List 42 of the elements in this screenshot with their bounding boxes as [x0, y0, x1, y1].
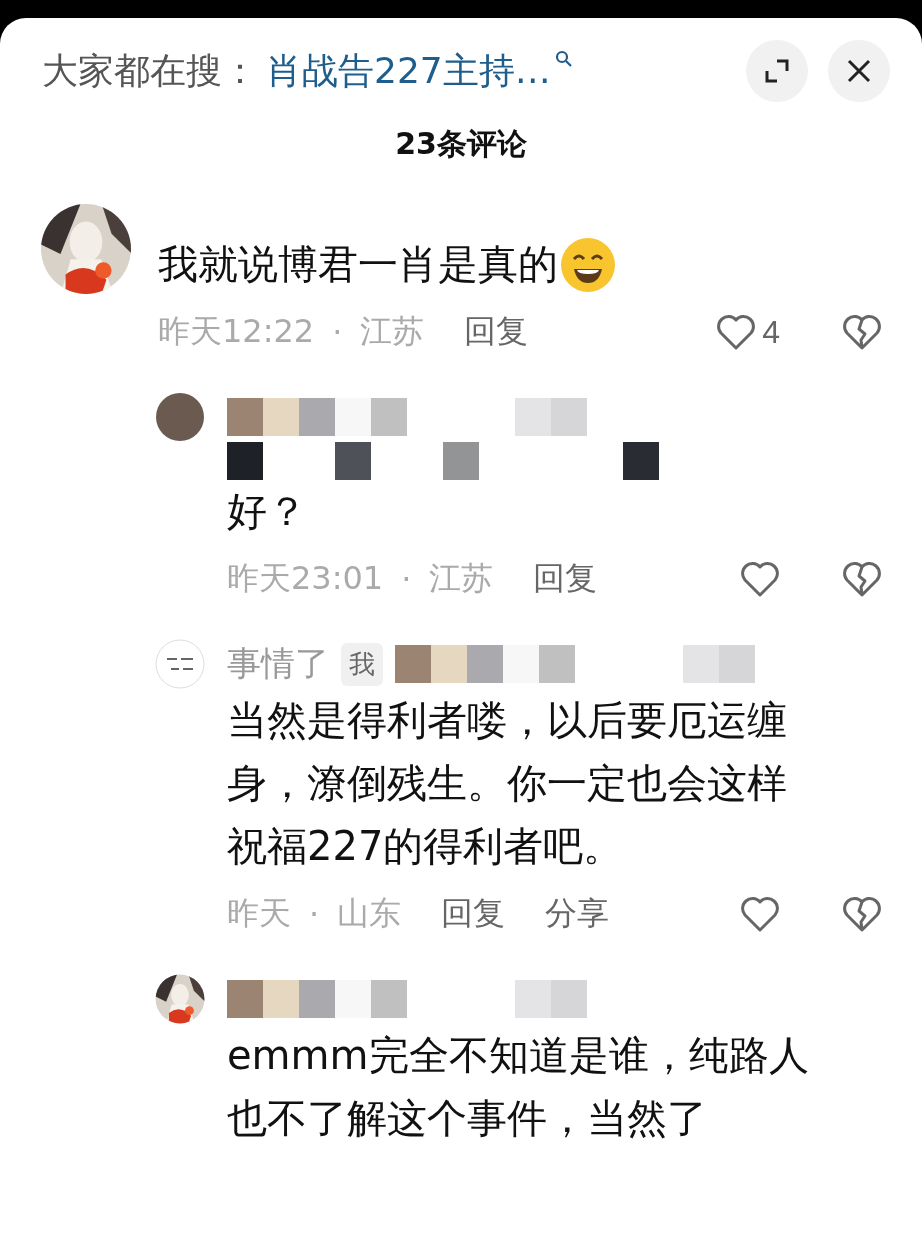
comment-text: emmm完全不知道是谁，纯路人: [227, 1031, 809, 1080]
expand-icon: [763, 57, 791, 85]
comment-count: 23条评论: [395, 125, 527, 163]
comment-text: 祝福227的得利者吧。: [227, 822, 624, 871]
comment-text: 好？: [227, 487, 307, 536]
search-link[interactable]: 肖战告227主持…: [266, 46, 551, 96]
comment-text: 身，潦倒残生。你一定也会这样: [227, 759, 787, 808]
reply-link[interactable]: 回复: [441, 892, 506, 936]
close-icon: [846, 58, 872, 84]
comment-time: 昨天12:22: [158, 311, 315, 352]
comment-location: 江苏: [429, 558, 494, 599]
share-link[interactable]: 分享: [545, 892, 610, 936]
separator-dot: ·: [332, 313, 343, 351]
broken-heart-icon: [842, 313, 882, 351]
heart-icon: [716, 313, 757, 351]
dislike-button[interactable]: [842, 560, 882, 598]
comment-text: 我就说博君一肖是真的: [158, 240, 558, 289]
grinning-emoji-icon: [560, 236, 616, 293]
like-button[interactable]: [740, 895, 780, 933]
heart-icon: [740, 560, 780, 598]
separator-dot: ·: [401, 560, 412, 598]
comment-location: 江苏: [360, 311, 425, 352]
dislike-button[interactable]: [842, 895, 882, 933]
comment-location: 山东: [337, 893, 402, 934]
separator-dot: ·: [309, 895, 320, 933]
reply-link[interactable]: 回复: [533, 557, 598, 601]
comment-text: 当然是得利者喽，以后要厄运缠: [227, 696, 787, 745]
dislike-button[interactable]: [842, 313, 882, 351]
comment-text: 也不了解这个事件，当然了: [227, 1094, 707, 1143]
heart-icon: [740, 895, 780, 933]
reply-link[interactable]: 回复: [464, 310, 529, 354]
comment-time: 昨天23:01: [227, 558, 384, 599]
comment-time: 昨天: [227, 893, 291, 934]
author-badge: 我: [341, 642, 383, 686]
like-button[interactable]: 4: [716, 313, 780, 351]
like-button[interactable]: [740, 560, 780, 598]
avatar[interactable]: [155, 639, 205, 689]
search-label: 大家都在搜：: [42, 48, 258, 93]
broken-heart-icon: [842, 895, 882, 933]
avatar[interactable]: [155, 392, 205, 442]
search-icon: [554, 50, 573, 68]
broken-heart-icon: [842, 560, 882, 598]
